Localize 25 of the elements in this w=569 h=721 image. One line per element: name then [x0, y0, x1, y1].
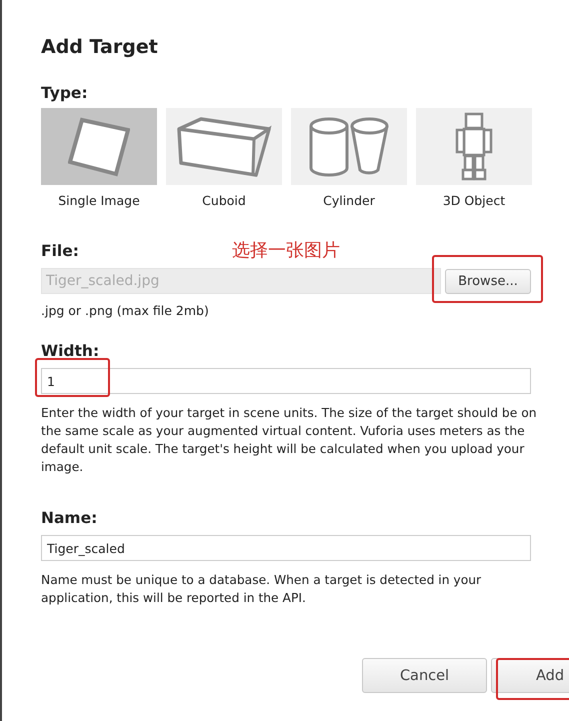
annotation-text: 选择一张图片 — [232, 239, 340, 262]
width-help-text: Enter the width of your target in scene units. The size of the target should be on the same scale as your augmented virtual content. Vuforia uses meters as the default unit scale. The target's height will be calculated when you upload your image. — [41, 405, 538, 476]
target-type-tile[interactable] — [416, 108, 532, 185]
tile-label: Cuboid — [202, 193, 246, 208]
tile-label: Single Image — [58, 193, 140, 208]
name-help-text: Name must be unique to a database. When a target is detected in your application, this will be reported in the API. — [41, 572, 482, 607]
browse-button[interactable]: Browse... — [445, 268, 531, 294]
name-label: Name: — [41, 509, 98, 527]
type-label: Type: — [41, 84, 89, 102]
target-type-tile[interactable] — [291, 108, 407, 185]
name-field[interactable]: Tiger_scaled — [41, 535, 531, 561]
target-type-tile[interactable] — [166, 108, 282, 185]
file-label: File: — [41, 242, 79, 260]
cancel-button[interactable]: Cancel — [362, 658, 487, 693]
width-label: Width: — [41, 342, 100, 360]
cylinder-and-cup-icon — [308, 116, 390, 178]
robot-figure-icon — [454, 112, 494, 182]
width-field[interactable]: 1 — [41, 368, 531, 394]
tile-label: 3D Object — [442, 193, 506, 208]
box-icon — [176, 116, 272, 176]
dialog-title: Add Target — [41, 36, 159, 60]
target-type-tile[interactable] — [41, 108, 157, 185]
file-hint: .jpg or .png (max file 2mb) — [41, 303, 210, 318]
add-button[interactable]: Add — [491, 658, 569, 693]
tile-label: Cylinder — [323, 193, 375, 208]
